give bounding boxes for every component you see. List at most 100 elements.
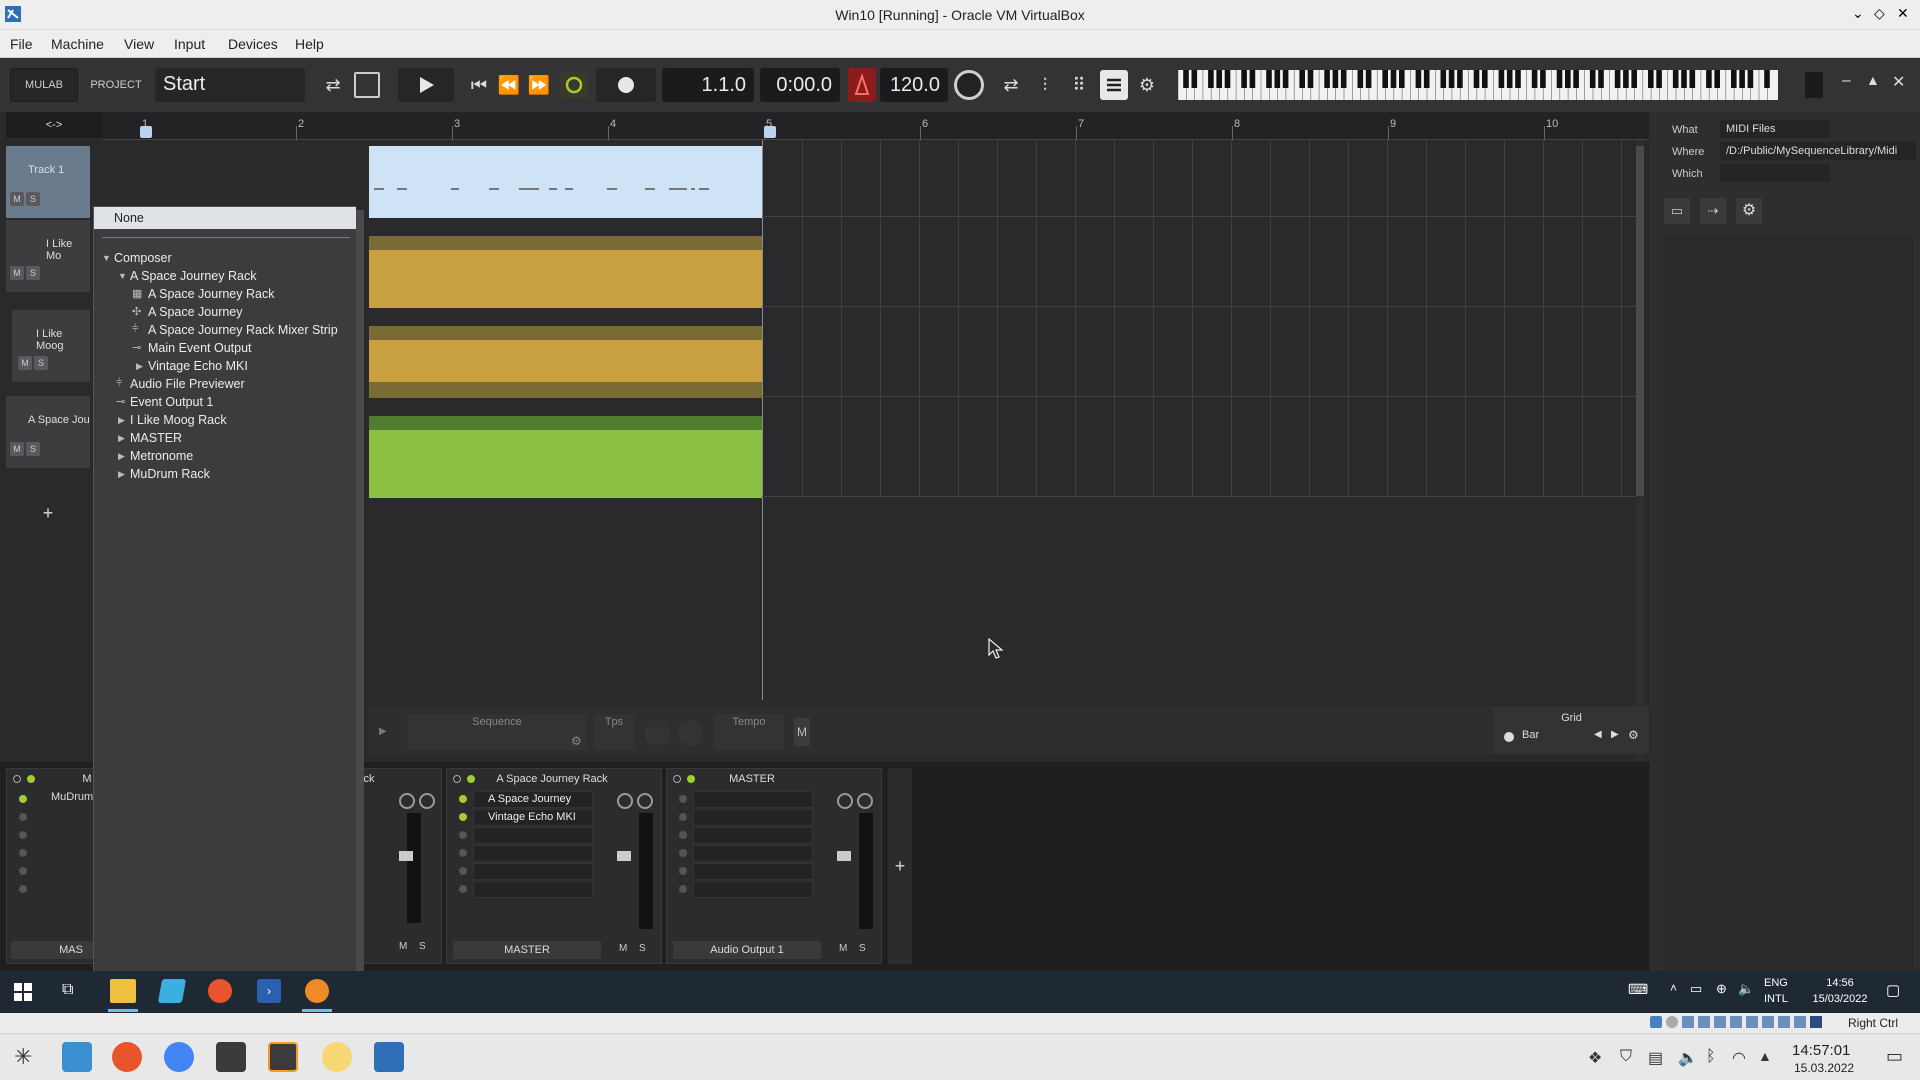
expand-icon[interactable]: ▶ [118, 433, 125, 444]
clipboard-icon[interactable]: ▤ [1648, 1048, 1663, 1068]
next-icon[interactable]: ▶ [1611, 729, 1619, 740]
tray-up-icon[interactable]: ▲ [1758, 1048, 1772, 1064]
close-icon[interactable]: ✕ [1892, 72, 1905, 92]
shuffle-icon[interactable]: ⇄ [998, 72, 1024, 98]
menu-help[interactable]: Help [295, 36, 324, 52]
lang-1[interactable]: ENG [1764, 977, 1788, 989]
menu-input[interactable]: Input [174, 36, 205, 52]
track-header-3[interactable]: I Like Moog M S [12, 310, 90, 382]
which-field[interactable] [1720, 164, 1830, 182]
tree-item-mudrum-rack[interactable]: MuDrum Rack [130, 467, 210, 481]
menu-file[interactable]: File [10, 36, 33, 52]
menu-machine[interactable]: Machine [51, 36, 104, 52]
solo-button[interactable]: S [26, 442, 40, 456]
tree-item-master[interactable]: MASTER [130, 431, 182, 445]
tree-item-vintage-echo[interactable]: Vintage Echo MKI [148, 359, 248, 373]
panel-icon[interactable] [354, 72, 380, 98]
mute-button[interactable]: M [399, 941, 413, 955]
track-header-1[interactable]: Track 1 M S [6, 146, 90, 218]
expand-icon[interactable]: ▶ [118, 415, 125, 426]
mute-button[interactable]: M [10, 266, 24, 280]
slot[interactable] [473, 845, 593, 862]
slot[interactable] [473, 863, 593, 880]
tray-up-icon[interactable]: ˄ [1670, 981, 1677, 995]
bluetooth-icon[interactable]: ᛒ [1706, 1048, 1716, 1066]
loop-button[interactable] [560, 72, 588, 98]
minimize-icon[interactable]: – [1842, 72, 1851, 90]
virtualbox-icon[interactable] [374, 1042, 404, 1072]
loop-start-marker[interactable] [140, 126, 152, 138]
add-strip-button[interactable]: + [888, 768, 912, 964]
slot[interactable] [693, 881, 813, 898]
tree-item-rack[interactable]: A Space Journey Rack [130, 269, 256, 283]
slot[interactable] [693, 791, 813, 808]
clip-track-3[interactable] [369, 326, 762, 398]
mute-button[interactable]: M [18, 356, 32, 370]
expand-icon[interactable]: ▶ [118, 451, 125, 462]
guest-time[interactable]: 14:56 [1810, 977, 1870, 989]
slot[interactable]: A Space Journey [473, 791, 593, 808]
strip-output[interactable]: MASTER [453, 941, 601, 959]
browser-list[interactable] [1664, 236, 1914, 976]
play-button[interactable] [398, 68, 454, 102]
host-clock-time[interactable]: 14:57:01 [1792, 1042, 1850, 1059]
sequence-panel[interactable]: Sequence ⚙ [407, 714, 587, 750]
grid-icon[interactable]: ⠿ [1066, 72, 1092, 98]
menu-devices[interactable]: Devices [228, 36, 278, 52]
loop-end-marker[interactable] [764, 126, 776, 138]
play-icon[interactable]: ▶ [379, 726, 387, 737]
tree-item-mixer-strip[interactable]: A Space Journey Rack Mixer Strip [148, 323, 338, 337]
maximize-icon[interactable]: ▲ [1866, 72, 1880, 88]
maximize-icon[interactable]: ◇ [1874, 5, 1885, 22]
timeline-ruler[interactable]: 1 2 3 4 5 6 7 8 9 10 [102, 112, 1649, 140]
slot-label[interactable]: MuDrum [51, 791, 93, 803]
track-header-4[interactable]: A Space Jou M S [6, 396, 90, 468]
mulab-app-icon[interactable] [305, 979, 329, 1003]
track-header-2[interactable]: I Like Mo M S [6, 220, 90, 292]
menu-view[interactable]: View [124, 36, 154, 52]
mute-button[interactable]: M [839, 943, 847, 954]
tps-panel[interactable]: Tps [594, 714, 634, 750]
m-button[interactable]: M [794, 718, 810, 746]
task-view-icon[interactable]: ⧉ [62, 981, 73, 999]
tempo-panel[interactable]: Tempo [714, 714, 784, 750]
project-button[interactable]: PROJECT [82, 68, 150, 102]
keyboard-strip[interactable] [1178, 70, 1778, 100]
expand-icon[interactable]: ▼ [102, 253, 111, 263]
guest-date[interactable]: 15/03/2022 [1800, 993, 1880, 1005]
arrow-right-icon[interactable]: ⇢ [1700, 198, 1726, 224]
tree-none-item[interactable]: None [94, 207, 357, 229]
grid-toggle[interactable] [1504, 732, 1514, 742]
app-launcher-icon[interactable]: ✳ [14, 1044, 32, 1070]
solo-button[interactable]: S [26, 266, 40, 280]
expand-icon[interactable]: ▶ [118, 469, 125, 480]
expand-icon[interactable]: ▶ [136, 361, 143, 372]
skip-start-icon[interactable]: ⏮ [468, 72, 490, 98]
slot[interactable] [473, 881, 593, 898]
knob[interactable] [644, 720, 670, 746]
tree-item-composer[interactable]: Composer [114, 251, 172, 265]
volume-icon[interactable]: 🔈 [1738, 981, 1754, 997]
file-explorer-icon[interactable] [110, 979, 136, 1003]
tempo-knob[interactable] [954, 70, 984, 100]
expand-icon[interactable]: ▼ [118, 271, 127, 281]
folder-icon[interactable]: ▭ [1664, 198, 1690, 224]
clip-track-4[interactable] [369, 416, 762, 498]
mute-button[interactable]: M [619, 943, 627, 954]
volume-icon[interactable]: 🔈 [1678, 1048, 1698, 1068]
strip-output[interactable]: Audio Output 1 [673, 941, 821, 959]
clip-track-1[interactable] [369, 146, 762, 218]
host-clock-date[interactable]: 15.03.2022 [1794, 1061, 1854, 1075]
chromium-icon[interactable] [164, 1042, 194, 1072]
tree-item-rack-inner[interactable]: A Space Journey Rack [148, 287, 274, 301]
time-display[interactable]: 0:00.0 [760, 68, 840, 102]
solo-button[interactable]: S [419, 941, 433, 955]
tree-item-main-event-output[interactable]: Main Event Output [148, 341, 252, 355]
grid-value[interactable]: Bar [1522, 729, 1539, 741]
left-panel-toggle[interactable]: <-> [6, 112, 102, 138]
solo-button[interactable]: S [34, 356, 48, 370]
prev-icon[interactable]: ◀ [1594, 729, 1602, 740]
gear-icon[interactable]: ⚙ [571, 734, 582, 748]
slot[interactable] [473, 827, 593, 844]
solo-button[interactable]: S [859, 943, 866, 954]
